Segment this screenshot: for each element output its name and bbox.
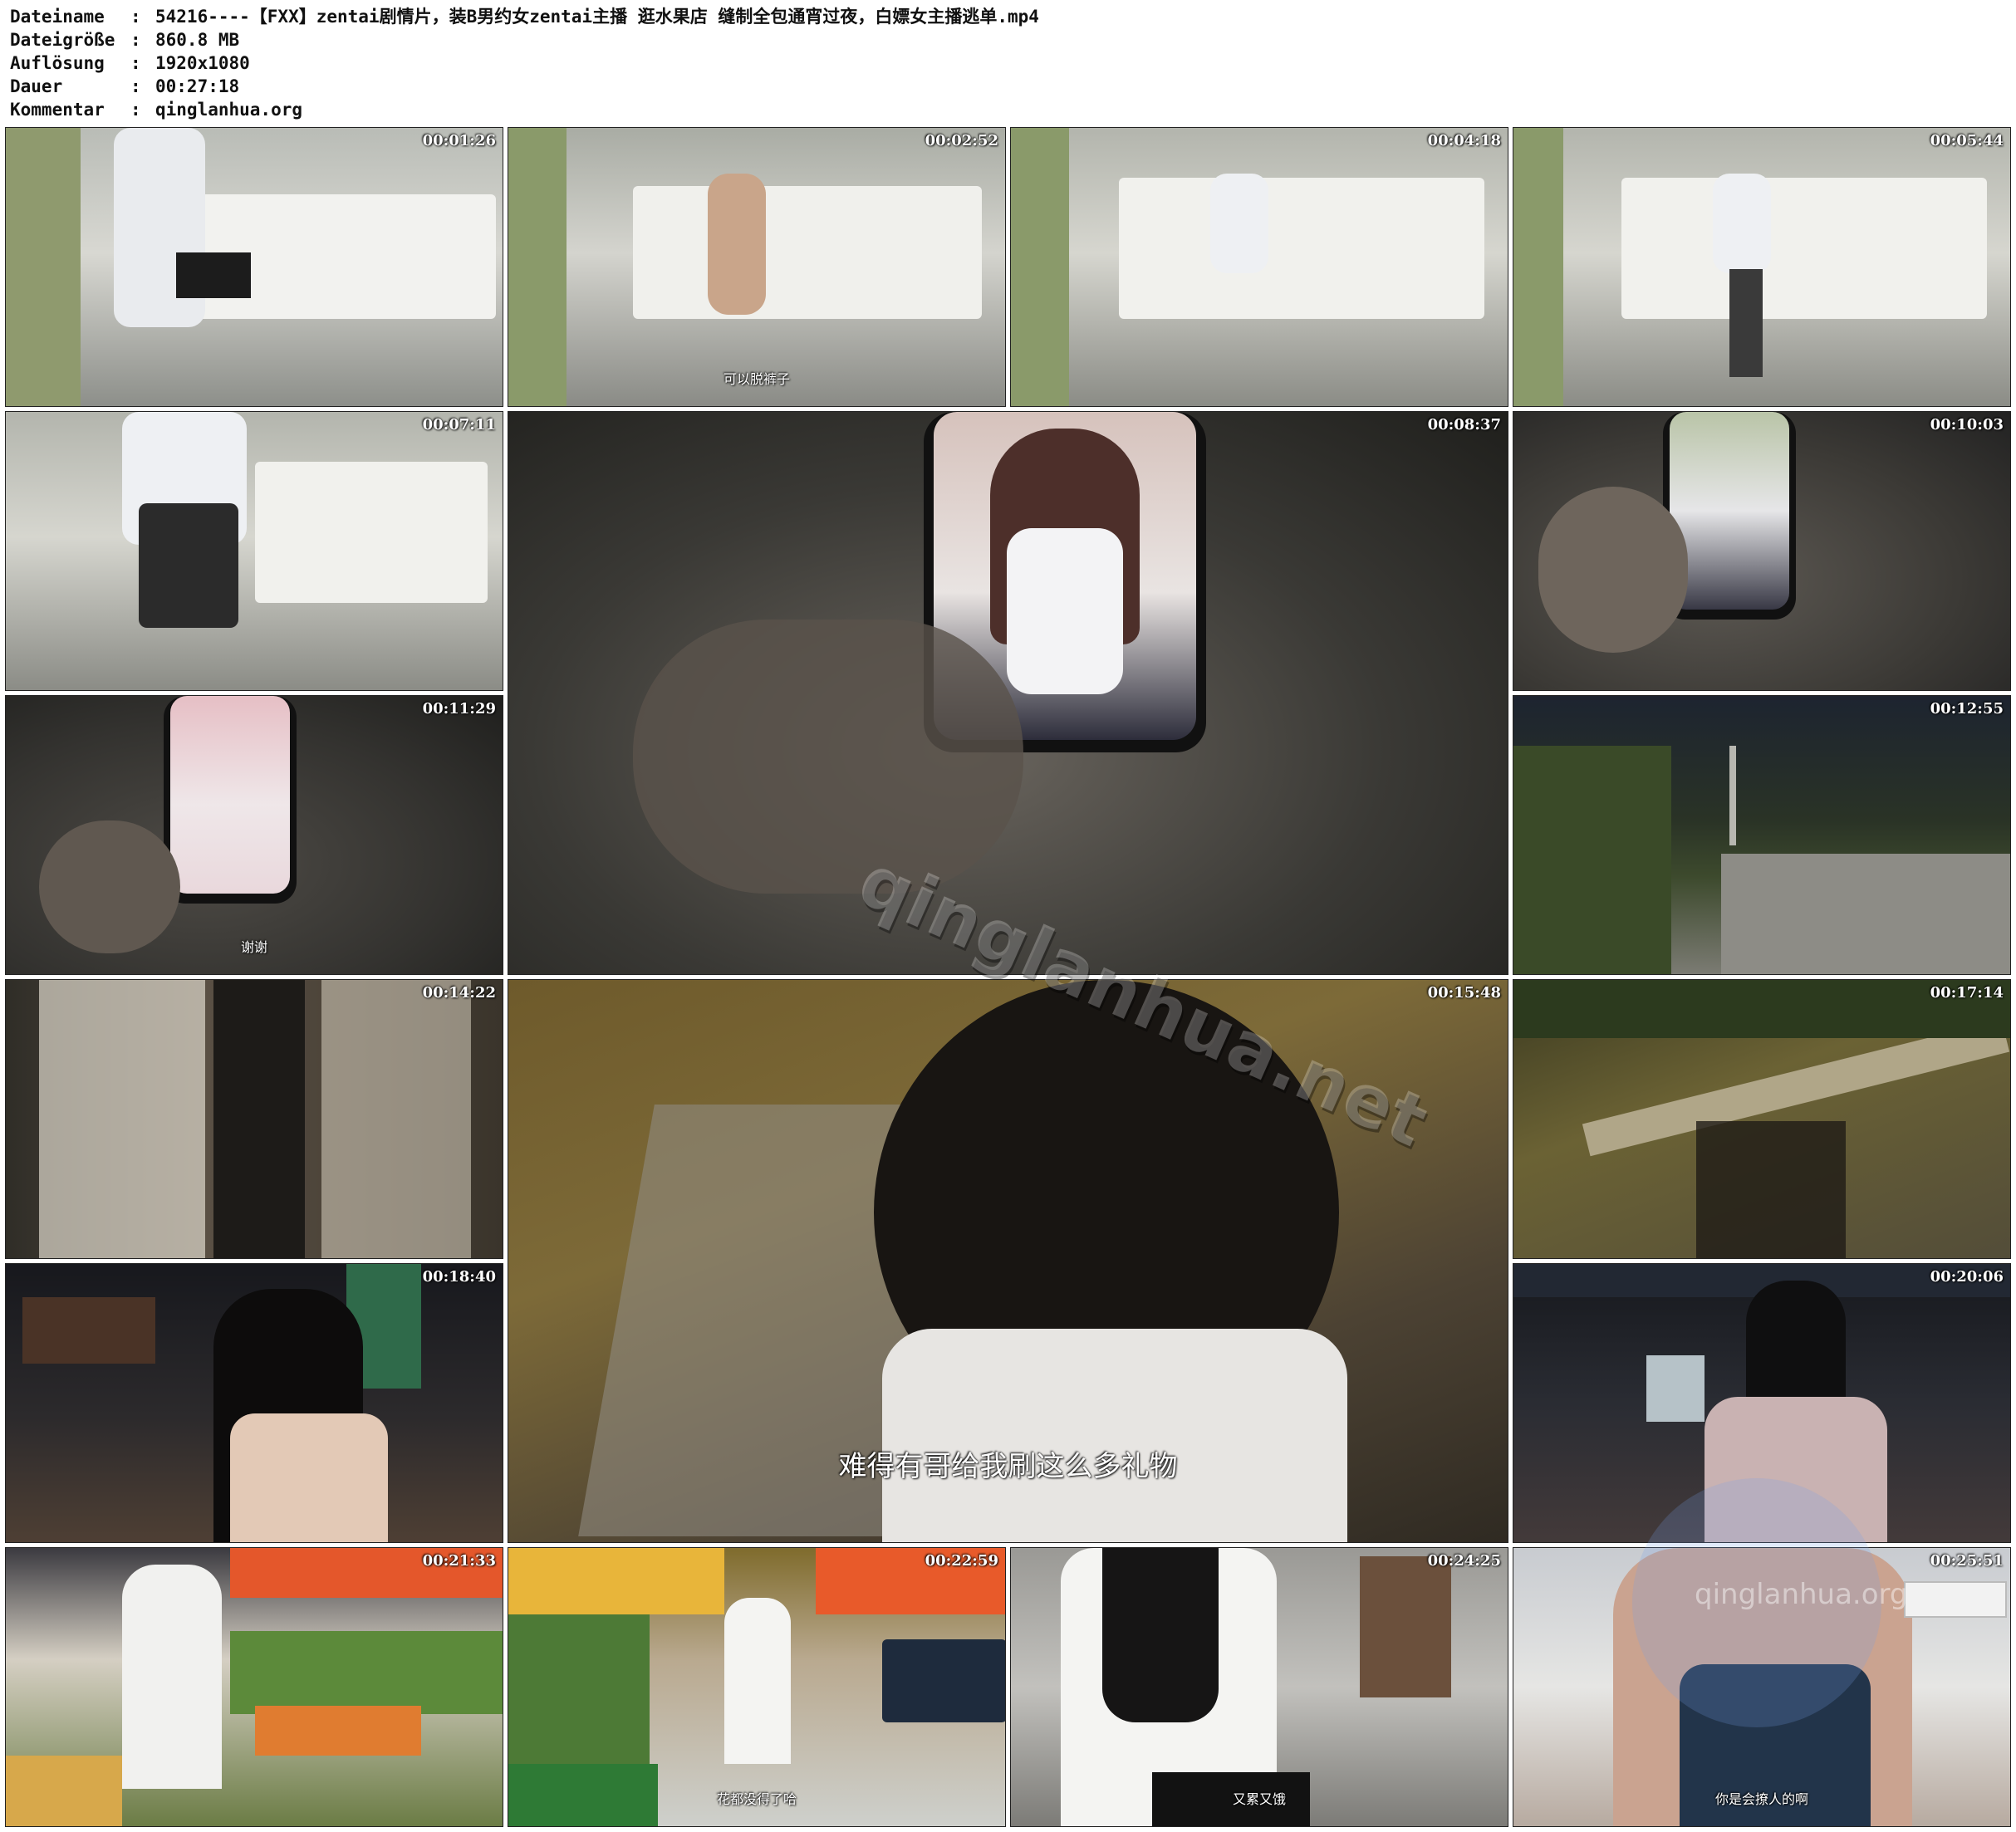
- subtitle: 难得有哥给我刷这么多礼物: [838, 1450, 1178, 1483]
- filename-value: 54216----【FXX】zentai剧情片，装B男约女zentai主播 逛水…: [155, 7, 1039, 27]
- subtitle: 花都没得了哈: [716, 1791, 797, 1807]
- comment-label: Kommentar: [10, 100, 105, 120]
- separator: :: [130, 76, 141, 96]
- filesize-label: Dateigröße: [10, 30, 115, 50]
- filename-label: Dateiname: [10, 7, 105, 27]
- thumbnail[interactable]: 00:02:52 可以脱裤子: [508, 127, 1006, 407]
- subtitle: 可以脱裤子: [723, 371, 790, 387]
- thumbnail[interactable]: 00:18:40: [5, 1263, 503, 1543]
- filename-row: Dateiname : 54216----【FXX】zentai剧情片，装B男约…: [10, 5, 1039, 28]
- timestamp: 00:15:48: [1427, 984, 1501, 1002]
- thumbnail[interactable]: 00:08:37: [508, 411, 1508, 975]
- resolution-label: Auflösung: [10, 53, 105, 73]
- thumbnail[interactable]: 00:14:22: [5, 979, 503, 1259]
- thumbnail[interactable]: 00:15:48 难得有哥给我刷这么多礼物: [508, 979, 1508, 1543]
- separator: :: [130, 53, 141, 73]
- resolution-row: Auflösung : 1920x1080: [10, 51, 1039, 75]
- thumbnail[interactable]: 00:01:26: [5, 127, 503, 407]
- thumbnail[interactable]: 00:17:14: [1513, 979, 2011, 1259]
- timestamp: 00:12:55: [1930, 700, 2004, 718]
- timestamp: 00:14:22: [422, 984, 496, 1002]
- thumbnail[interactable]: 00:24:25 又累又饿: [1010, 1547, 1508, 1827]
- thumbnail[interactable]: 00:04:18: [1010, 127, 1508, 407]
- watermark-corner: qinglanhua.org: [1695, 1578, 1908, 1611]
- thumbnail[interactable]: 00:10:03: [1513, 411, 2011, 691]
- file-info: Dateiname : 54216----【FXX】zentai剧情片，装B男约…: [10, 5, 1039, 121]
- timestamp: 00:08:37: [1427, 416, 1501, 434]
- thumbnail[interactable]: 00:21:33: [5, 1547, 503, 1827]
- timestamp: 00:04:18: [1427, 132, 1501, 149]
- duration-label: Dauer: [10, 76, 63, 96]
- thumbnail[interactable]: 00:05:44: [1513, 127, 2011, 407]
- duration-value: 00:27:18: [155, 76, 240, 96]
- subtitle: 谢谢: [240, 939, 267, 955]
- timestamp: 00:24:25: [1427, 1552, 1501, 1570]
- separator: :: [130, 7, 141, 27]
- subtitle: 又累又饿: [1232, 1791, 1286, 1807]
- timestamp: 00:07:11: [422, 416, 496, 434]
- thumbnail[interactable]: 00:22:59 花都没得了哈: [508, 1547, 1006, 1827]
- timestamp: 00:21:33: [422, 1552, 496, 1570]
- timestamp: 00:22:59: [925, 1552, 998, 1570]
- subtitle: 你是会撩人的啊: [1714, 1791, 1808, 1807]
- comment-row: Kommentar : qinglanhua.org: [10, 98, 1039, 121]
- timestamp: 00:25:51: [1930, 1552, 2004, 1570]
- timestamp: 00:20:06: [1930, 1268, 2004, 1286]
- filesize-row: Dateigröße : 860.8 MB: [10, 28, 1039, 51]
- timestamp: 00:05:44: [1930, 132, 2004, 149]
- separator: :: [130, 30, 141, 50]
- timestamp: 00:02:52: [925, 132, 998, 149]
- timestamp: 00:17:14: [1930, 984, 2004, 1002]
- thumbnail[interactable]: 00:11:29 谢谢: [5, 695, 503, 975]
- resolution-value: 1920x1080: [155, 53, 250, 73]
- separator: :: [130, 100, 141, 120]
- timestamp: 00:10:03: [1930, 416, 2004, 434]
- timestamp: 00:18:40: [422, 1268, 496, 1286]
- filesize-value: 860.8 MB: [155, 30, 240, 50]
- comment-value: qinglanhua.org: [155, 100, 303, 120]
- thumbnail[interactable]: 00:12:55: [1513, 695, 2011, 975]
- thumbnail[interactable]: 00:07:11: [5, 411, 503, 691]
- timestamp: 00:01:26: [422, 132, 496, 149]
- timestamp: 00:11:29: [422, 700, 496, 718]
- duration-row: Dauer : 00:27:18: [10, 75, 1039, 98]
